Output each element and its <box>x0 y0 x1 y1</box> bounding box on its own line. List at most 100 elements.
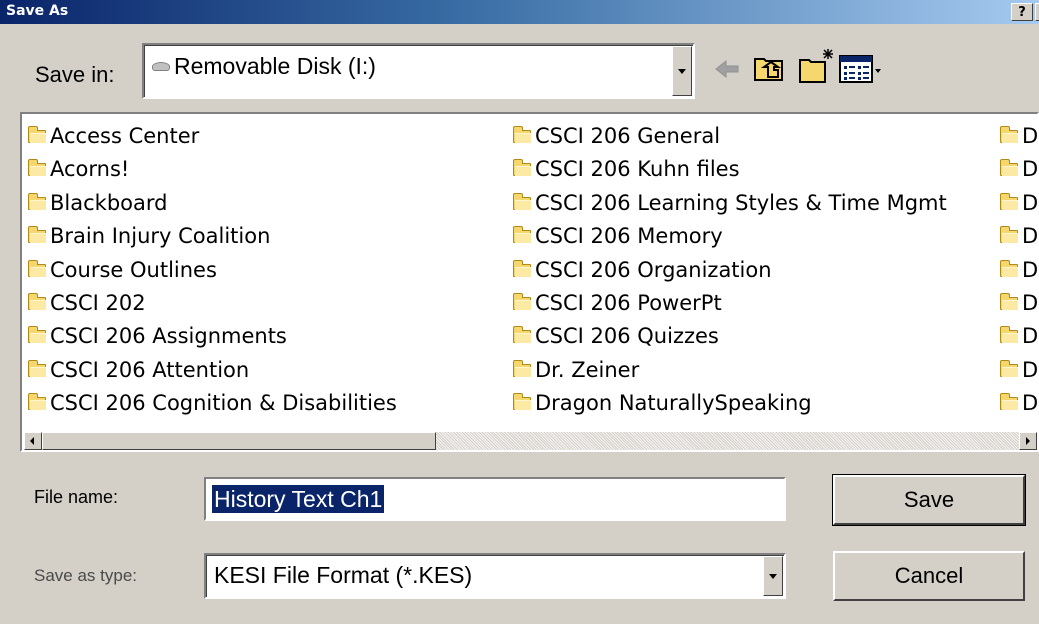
folder-label: CSCI 206 Memory <box>535 224 723 249</box>
folder-icon <box>1000 359 1018 377</box>
file-list-column-3: DDDDDDDDD <box>998 120 1039 421</box>
folder-item[interactable]: CSCI 206 Assignments <box>26 320 397 353</box>
file-list-column-2: CSCI 206 General CSCI 206 Kuhn files CSCI … <box>511 120 947 421</box>
folder-label: CSCI 206 Organization <box>535 257 772 282</box>
folder-label: CSCI 206 Attention <box>50 357 250 382</box>
file-list[interactable]: Access Center Acorns! Blackboard Brain Inju… <box>20 112 1039 452</box>
folder-icon <box>28 126 46 143</box>
folder-item[interactable]: Blackboard <box>26 187 397 220</box>
folder-icon <box>513 159 531 177</box>
save-in-dropdown-button[interactable] <box>672 46 692 96</box>
folder-label: D <box>1022 257 1039 282</box>
folder-icon <box>513 259 531 277</box>
folder-label: D <box>1022 324 1039 349</box>
folder-item[interactable]: D <box>998 387 1037 420</box>
folder-icon <box>513 393 531 411</box>
save-as-type-value: KESI File Format (*.KES) <box>214 562 473 588</box>
folder-label: D <box>1022 290 1039 315</box>
folder-item[interactable]: D <box>998 220 1039 253</box>
folder-item[interactable]: Dragon NaturallySpeaking <box>511 387 947 420</box>
folder-icon <box>28 192 46 210</box>
file-name-value: History Text Ch1 <box>212 485 385 513</box>
create-new-folder-icon[interactable] <box>797 46 837 86</box>
save-in-label: Save in: <box>35 62 115 87</box>
folder-item[interactable]: D <box>998 120 1039 153</box>
folder-item[interactable]: CSCI 206 General <box>511 120 947 153</box>
folder-label: D <box>1022 224 1039 249</box>
folder-icon <box>1000 126 1018 143</box>
window-title: Save As <box>6 3 69 19</box>
folder-icon <box>513 192 531 210</box>
folder-label: D <box>1022 190 1039 215</box>
folder-icon <box>28 393 46 411</box>
horizontal-scrollbar[interactable] <box>24 432 1037 450</box>
help-button[interactable]: ? <box>1011 3 1033 21</box>
save-in-value: Removable Disk (I:) <box>174 53 376 79</box>
folder-label: D <box>1022 157 1039 182</box>
folder-icon <box>28 326 46 344</box>
folder-icon <box>1000 292 1018 310</box>
folder-item[interactable]: D <box>998 287 1039 320</box>
folder-icon <box>513 126 531 143</box>
scrollbar-thumb[interactable] <box>42 432 436 450</box>
folder-icon <box>1000 259 1018 277</box>
scroll-right-arrow-icon <box>1026 437 1030 445</box>
folder-item[interactable]: D <box>998 320 1039 353</box>
folder-item[interactable]: D <box>998 354 1037 387</box>
folder-item[interactable]: Brain Injury Coalition <box>26 220 397 253</box>
folder-label: Dr. Zeiner <box>535 357 640 382</box>
folder-label: CSCI 206 Learning Styles & Time Mgmt <box>535 190 947 215</box>
folder-item[interactable]: CSCI 206 Organization <box>511 254 947 287</box>
folder-item[interactable]: D <box>998 153 1039 186</box>
removable-disk-icon <box>152 62 170 71</box>
folder-item[interactable]: CSCI 206 Cognition & Disabilities <box>26 387 397 420</box>
folder-item[interactable]: CSCI 202 <box>26 287 397 320</box>
file-name-label: File name: <box>34 487 119 507</box>
folder-icon <box>28 226 46 244</box>
folder-item[interactable]: CSCI 206 Learning Styles & Time Mgmt <box>511 187 947 220</box>
save-as-type-dropdown[interactable]: KESI File Format (*.KES) <box>204 553 786 599</box>
folder-icon <box>1000 326 1018 344</box>
folder-icon <box>513 226 531 244</box>
close-button[interactable] <box>1035 3 1039 21</box>
folder-icon <box>1000 393 1018 411</box>
folder-label: CSCI 206 PowerPt <box>535 290 722 315</box>
view-menu-icon[interactable] <box>838 53 882 85</box>
folder-item[interactable]: CSCI 206 Memory <box>511 220 947 253</box>
back-arrow-icon[interactable] <box>712 54 742 84</box>
folder-item[interactable]: CSCI 206 PowerPt <box>511 287 947 320</box>
folder-item[interactable]: CSCI 206 Attention <box>26 354 397 387</box>
up-one-level-icon[interactable] <box>752 50 786 84</box>
folder-item[interactable]: Access Center <box>26 120 397 153</box>
file-name-input[interactable]: History Text Ch1 <box>204 477 786 521</box>
folder-icon <box>28 159 46 177</box>
title-bar[interactable]: Save As ? <box>0 0 1039 24</box>
folder-icon <box>28 359 46 377</box>
folder-item[interactable]: CSCI 206 Kuhn files <box>511 153 947 186</box>
scroll-left-button[interactable] <box>24 432 42 450</box>
file-list-column-1: Access Center Acorns! Blackboard Brain Inju… <box>26 120 397 421</box>
save-in-dropdown[interactable]: Removable Disk (I:) <box>142 43 695 99</box>
folder-item[interactable]: D <box>998 254 1039 287</box>
save-as-type-dropdown-button[interactable] <box>763 556 783 596</box>
save-button[interactable]: Save <box>832 474 1026 526</box>
folder-label: Dragon NaturallySpeaking <box>535 391 812 416</box>
cancel-button[interactable]: Cancel <box>833 551 1025 601</box>
scroll-right-button[interactable] <box>1019 432 1037 450</box>
folder-item[interactable]: D <box>998 187 1039 220</box>
folder-label: CSCI 206 General <box>535 124 721 148</box>
folder-icon <box>28 292 46 310</box>
scroll-left-arrow-icon <box>30 437 34 445</box>
folder-label: CSCI 202 <box>50 290 146 315</box>
folder-item[interactable]: CSCI 206 Quizzes <box>511 320 947 353</box>
folder-label: CSCI 206 Kuhn files <box>535 157 740 182</box>
folder-label: CSCI 206 Assignments <box>50 324 287 349</box>
folder-label: D <box>1022 124 1039 148</box>
folder-item[interactable]: Course Outlines <box>26 254 397 287</box>
folder-label: CSCI 206 Quizzes <box>535 324 719 349</box>
folder-item[interactable]: Dr. Zeiner <box>511 354 947 387</box>
save-as-type-label: Save as type: <box>34 566 138 585</box>
folder-item[interactable]: Acorns! <box>26 153 397 186</box>
folder-label: Access Center <box>50 124 200 148</box>
folder-label: Course Outlines <box>50 257 217 282</box>
